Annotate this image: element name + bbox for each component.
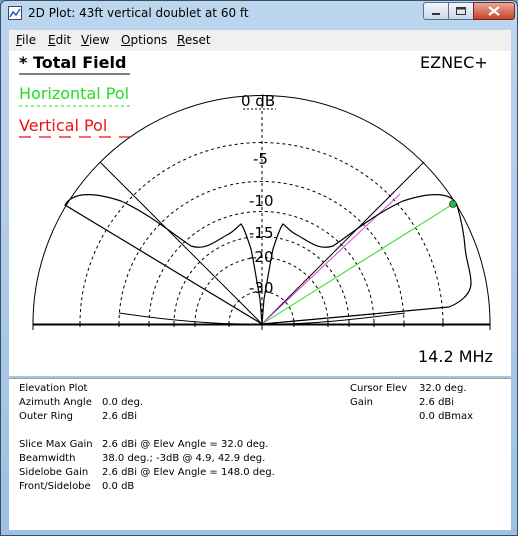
info-panel: Elevation Plot Azimuth Angle 0.0 deg. Ou… [9, 378, 511, 530]
menu-edit[interactable]: Edit [48, 33, 71, 47]
menu-bar: File Edit View Options Reset [9, 30, 511, 52]
menu-view[interactable]: View [81, 33, 109, 47]
ring-label-5: -5 [253, 150, 268, 168]
info-value-beamwidth: 38.0 deg.; -3dB @ 4.9, 42.9 deg. [102, 453, 266, 464]
close-button[interactable] [473, 2, 515, 20]
spoke-135 [99, 161, 263, 325]
minimize-button[interactable] [423, 2, 449, 20]
ring-label-30: -30 [249, 279, 274, 297]
menu-reset-hotkey: R [177, 33, 185, 47]
spoke-45 [261, 161, 425, 325]
info-value-gain: 2.6 dBi [419, 397, 455, 408]
menu-options-label: ptions [130, 33, 168, 47]
cursor-marker[interactable] [449, 200, 457, 208]
info-label-azimuth-angle: Azimuth Angle [19, 397, 92, 408]
title-bar[interactable]: 2D Plot: 43ft vertical doublet at 60 ft [1, 1, 517, 28]
menu-file[interactable]: File [16, 33, 36, 47]
ring-label-15: -15 [249, 224, 274, 242]
plot-window: 2D Plot: 43ft vertical doublet at 60 ft … [0, 0, 518, 536]
info-label-cursor-elev: Cursor Elev [350, 383, 408, 394]
info-value-cursor-elev: 32.0 deg. [419, 383, 467, 394]
vertical-pol-label: Vertical Pol [19, 116, 108, 135]
info-value-front-sidelobe: 0.0 dB [102, 481, 135, 492]
menu-view-hotkey: V [81, 33, 89, 47]
plot-area[interactable]: 0 dB -5 -10 -15 -20 -30 * Total Field Ho… [9, 51, 511, 376]
menu-file-label: ile [22, 33, 37, 47]
info-label-front-sidelobe: Front/Sidelobe [19, 481, 91, 492]
app-icon [8, 6, 22, 20]
menu-edit-hotkey: E [48, 33, 56, 47]
horizontal-pol-label: Horizontal Pol [19, 84, 130, 103]
info-value-dbmax: 0.0 dBmax [419, 411, 474, 422]
info-label-beamwidth: Beamwidth [19, 453, 76, 464]
frequency-label: 14.2 MHz [418, 347, 493, 366]
brand-label: EZNEC+ [420, 53, 488, 72]
maximize-button[interactable] [448, 2, 474, 20]
menu-reset[interactable]: Reset [177, 33, 211, 47]
menu-view-label: iew [88, 33, 110, 47]
close-icon [488, 6, 500, 16]
ring-label-10: -10 [249, 192, 274, 210]
ring-label-0db: 0 dB [241, 92, 275, 110]
total-field-label: * Total Field [19, 53, 127, 72]
info-label-sidelobe-gain: Sidelobe Gain [19, 467, 89, 478]
info-value-sidelobe-gain: 2.6 dBi @ Elev Angle = 148.0 deg. [102, 467, 275, 478]
info-value-slice-max-gain: 2.6 dBi @ Elev Angle = 32.0 deg. [102, 439, 269, 450]
ring-label-20: -20 [249, 248, 274, 266]
window-title: 2D Plot: 43ft vertical doublet at 60 ft [28, 6, 249, 20]
minimize-icon [432, 13, 440, 15]
maximize-icon [456, 7, 466, 15]
info-label-gain: Gain [350, 397, 373, 408]
info-label-slice-max-gain: Slice Max Gain [19, 439, 93, 450]
menu-options[interactable]: Options [121, 33, 167, 47]
info-value-azimuth-angle: 0.0 deg. [102, 397, 144, 408]
info-label-outer-ring: Outer Ring [19, 411, 73, 422]
pattern-low-left [118, 312, 263, 325]
info-value-outer-ring: 2.6 dBi [102, 411, 138, 422]
info-label-elevation-plot: Elevation Plot [19, 383, 88, 394]
menu-edit-label: dit [55, 33, 72, 47]
menu-reset-label: eset [184, 33, 211, 47]
